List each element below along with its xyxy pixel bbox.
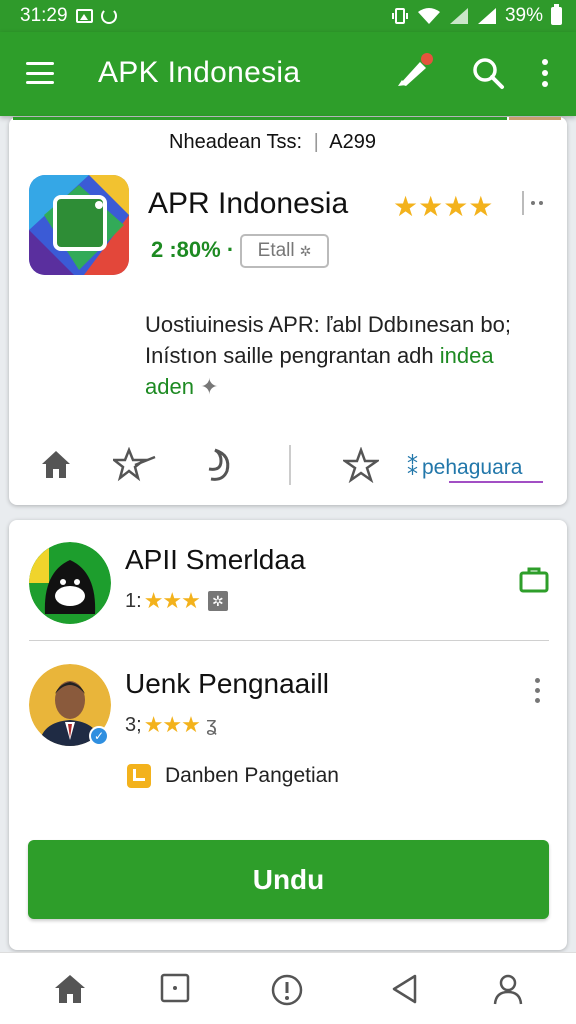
squiggle-icon: ʓ: [205, 713, 217, 736]
card-header-code: A299: [329, 131, 376, 153]
app-avatar-ninja-icon[interactable]: [29, 542, 111, 624]
brand-icon: ⁑: [407, 455, 418, 480]
sparkle-pointer-icon: ✦: [200, 374, 219, 399]
app-name: APR Indonesia: [148, 187, 349, 220]
nav-back-icon[interactable]: [390, 973, 420, 1005]
brand-link[interactable]: ⁑ pehaguara: [407, 455, 522, 481]
action-bar: ⁑ pehaguara: [9, 445, 567, 487]
actions-divider: [289, 445, 291, 485]
shopping-bag-icon[interactable]: [519, 565, 549, 593]
description-line-1: Uostiuinesis APR: ľabl Ddbınesan bo;: [145, 312, 511, 337]
brand-label: pehaguara: [422, 456, 523, 479]
nav-home-icon[interactable]: [53, 973, 87, 1005]
signal-icon-2: [477, 8, 496, 24]
battery-level: 39%: [504, 5, 543, 26]
badge-icon: ✲: [207, 591, 228, 611]
description-line-2: Inístıon saille pengrantan adh: [145, 343, 434, 368]
app-bar: APK Indonesia: [0, 32, 576, 116]
rating-percent: 2 :80% ·: [151, 237, 235, 262]
signal-icon: [449, 8, 468, 24]
share-icon[interactable]: [203, 447, 237, 483]
more-options-icon[interactable]: [531, 201, 543, 205]
rating-number: 3;: [125, 713, 142, 736]
overflow-menu-icon[interactable]: [542, 59, 549, 87]
app-logo-icon[interactable]: [29, 175, 129, 275]
status-time: 31:29: [20, 5, 68, 26]
feature-row: Danben Pangetian: [127, 764, 339, 788]
user-rating: 3; ★★★ ʓ: [125, 712, 217, 738]
app-title: APK Indonesia: [98, 56, 301, 89]
rating-stars: ★★★: [143, 712, 201, 737]
bottom-navigation: [0, 952, 576, 1024]
description-link-2[interactable]: aden: [145, 374, 194, 399]
home-icon[interactable]: [39, 447, 73, 481]
install-button[interactable]: Etall ✲: [240, 234, 329, 268]
menu-icon[interactable]: [26, 62, 54, 84]
item-more-options-icon[interactable]: [535, 678, 540, 703]
install-label: Etall: [257, 240, 295, 261]
app-detail-card: Nheadean Tss: | A299 APR Indonesia ★★★★ …: [9, 117, 567, 505]
brand-underline: [449, 481, 543, 483]
rating-number: 1:: [125, 589, 142, 612]
app-rating: 1: ★★★ ✲: [125, 588, 228, 614]
check-badge-icon: [127, 764, 151, 788]
sync-icon: [100, 8, 117, 24]
pen-icon[interactable]: [396, 50, 436, 90]
status-bar: 31:29 39%: [0, 0, 576, 32]
app-name[interactable]: APII Smerldaa: [125, 544, 306, 576]
search-icon[interactable]: [471, 56, 505, 90]
sparkle-icon: ✲: [299, 242, 312, 259]
rating-stars: ★★★★: [393, 191, 494, 222]
card-header-label: Nheadean Tss:: [169, 131, 303, 153]
nav-square-icon[interactable]: [160, 973, 190, 1003]
star-arrow-icon[interactable]: [113, 447, 157, 483]
divider: [522, 191, 524, 215]
rating-stars: ★★★: [143, 588, 201, 613]
card-top-strip: [13, 117, 507, 120]
battery-icon: [551, 4, 562, 25]
wifi-icon: [417, 8, 440, 24]
vibrate-icon: [391, 8, 408, 24]
app-list-card: APII Smerldaa 1: ★★★ ✲ ✓ Uenk Pengnaaill…: [9, 520, 567, 950]
card-top-strip-accent: [509, 117, 561, 120]
download-button[interactable]: Undu: [28, 840, 549, 919]
user-name[interactable]: Uenk Pengnaaill: [125, 668, 329, 700]
verified-badge-icon: ✓: [89, 726, 109, 746]
description-link[interactable]: indea: [440, 343, 494, 368]
image-notification-icon: [75, 9, 93, 23]
list-divider: [29, 640, 549, 641]
card-header: Nheadean Tss: | A299: [169, 131, 376, 153]
nav-profile-icon[interactable]: [492, 973, 524, 1005]
nav-info-icon[interactable]: [270, 973, 304, 1007]
feature-label: Danben Pangetian: [165, 764, 339, 787]
app-description: Uostiuinesis APR: ľabl Ddbınesan bo; Iní…: [145, 309, 545, 402]
favorite-star-icon[interactable]: [343, 447, 379, 483]
